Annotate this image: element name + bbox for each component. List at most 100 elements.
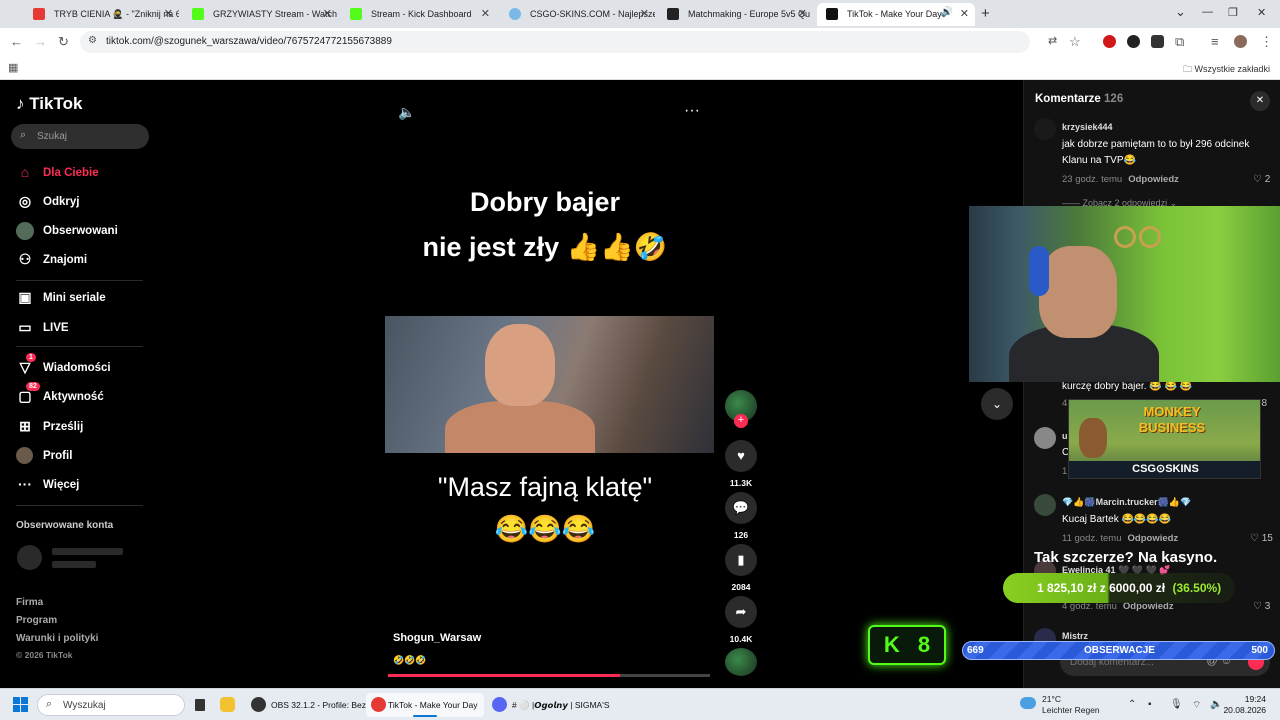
- kick-favicon-icon: [192, 8, 204, 20]
- comment-like-button[interactable]: ♡ 15: [1250, 533, 1273, 544]
- video-author[interactable]: Shogun_Warsaw: [393, 632, 481, 644]
- monkey-figure: [1079, 418, 1107, 458]
- url-field[interactable]: ⚙ tiktok.com/@szogunek_warszawa/video/76…: [80, 31, 1030, 53]
- tiktok-logo[interactable]: ♪ TikTok: [16, 94, 82, 114]
- close-tab-icon[interactable]: ✕: [481, 7, 490, 20]
- video-clip-image[interactable]: [385, 316, 714, 453]
- close-tab-icon[interactable]: ✕: [164, 7, 173, 20]
- minimize-button[interactable]: —: [1202, 6, 1213, 18]
- tray-expand-icon[interactable]: ⌃: [1128, 699, 1136, 710]
- extensions-puzzle-icon[interactable]: ⧉: [1175, 34, 1184, 50]
- close-tab-icon[interactable]: ✕: [323, 7, 332, 20]
- follow-plus-button[interactable]: +: [734, 414, 748, 428]
- new-tab-button[interactable]: +: [981, 5, 990, 22]
- close-window-button[interactable]: ✕: [1257, 6, 1266, 19]
- extension-icon[interactable]: [1151, 35, 1164, 48]
- translate-icon[interactable]: ⇄: [1048, 34, 1057, 47]
- video-more-icon[interactable]: ···: [684, 102, 700, 120]
- volume-icon[interactable]: 🔈: [398, 104, 415, 121]
- reply-button[interactable]: Odpowiedz: [1128, 533, 1179, 544]
- media-control-icon[interactable]: ≡: [1211, 34, 1219, 49]
- wifi-icon[interactable]: ⌔: [1192, 699, 1201, 712]
- profile-avatar-icon[interactable]: [1234, 35, 1247, 48]
- search-input[interactable]: ⌕ Szukaj: [11, 124, 149, 149]
- back-icon[interactable]: ←: [10, 34, 23, 49]
- comment-username[interactable]: 💎👍🎆Marcin.trucker🎆👍💎: [1062, 497, 1191, 508]
- comment-username[interactable]: Mistrz: [1062, 631, 1088, 641]
- clip-figure-head: [485, 324, 555, 406]
- extension-icon[interactable]: [1127, 35, 1140, 48]
- apps-grid-icon[interactable]: ▦: [8, 61, 18, 74]
- video-progress-bar[interactable]: [388, 674, 710, 677]
- kick-viewer-badge: K 8: [868, 625, 946, 665]
- gym-ring: [1139, 226, 1161, 248]
- taskbar-search[interactable]: ⌕ Wyszukaj: [37, 694, 185, 716]
- browser-tab[interactable]: Matchmaking - Europe 5v5 Qu ✕: [658, 3, 813, 26]
- sidebar-divider: [16, 280, 143, 281]
- obs-icon: [251, 697, 266, 712]
- browser-tab[interactable]: Stream - Kick Dashboard ✕: [341, 3, 496, 26]
- browser-tab[interactable]: GRZYWIASTY Stream - Watch L ✕: [183, 3, 338, 26]
- taskbar-app-obs[interactable]: OBS 32.1.2 - Profile: Bez: [249, 693, 366, 717]
- comment-text: Kucaj Bartek 😂😂😂😂: [1062, 514, 1172, 525]
- system-clock[interactable]: 19:24 20.08.2026: [1223, 694, 1266, 716]
- task-view-icon[interactable]: [190, 693, 212, 717]
- comment-icon: 💬: [725, 492, 757, 524]
- file-explorer-icon[interactable]: [218, 693, 240, 717]
- all-bookmarks-button[interactable]: 🗀 Wszystkie zakładki: [1183, 62, 1270, 78]
- speaker-icon[interactable]: 🔈: [1210, 699, 1222, 710]
- bookmark-star-icon[interactable]: ☆: [1069, 34, 1081, 50]
- comment-button[interactable]: 💬 126: [725, 492, 757, 540]
- browser-tab[interactable]: TRYB CIENIA 🥷 - "Zniknij na 6 ✕: [24, 3, 179, 26]
- heart-icon: ♥: [725, 440, 757, 472]
- footer-link-terms[interactable]: Warunki i polityki: [16, 633, 98, 644]
- music-disc-avatar[interactable]: [725, 648, 757, 676]
- copyright: © 2026 TikTok: [16, 650, 73, 660]
- next-video-button[interactable]: ⌄: [981, 388, 1013, 420]
- chrome-menu-icon[interactable]: ⋮: [1260, 34, 1273, 50]
- maximize-button[interactable]: ❐: [1228, 6, 1238, 19]
- comment-avatar[interactable]: [1034, 494, 1056, 516]
- taskbar-app-discord[interactable]: # ⚪ |𝙊𝙜𝙤𝙡𝙣𝙮 | SIGMA'S: [490, 693, 610, 717]
- like-button[interactable]: ♥ 11.3K: [725, 440, 757, 488]
- audio-playing-icon[interactable]: 🔊: [941, 7, 953, 18]
- save-count: 2084: [731, 582, 751, 592]
- close-tab-icon[interactable]: ✕: [798, 7, 807, 20]
- site-info-icon[interactable]: ⚙: [88, 35, 97, 46]
- reply-button[interactable]: Odpowiedz: [1128, 174, 1179, 185]
- comment-avatar[interactable]: [1034, 118, 1056, 140]
- close-tab-icon[interactable]: ✕: [960, 7, 969, 20]
- close-comments-button[interactable]: ✕: [1250, 91, 1270, 111]
- save-button[interactable]: ▮ 2084: [725, 544, 757, 592]
- comment-avatar[interactable]: [1034, 427, 1056, 449]
- comment-like-button[interactable]: ♡ 3: [1253, 601, 1270, 612]
- tray-app-icon[interactable]: ▪: [1148, 699, 1152, 710]
- footer-link-company[interactable]: Firma: [16, 597, 43, 608]
- live-tv-icon: ▭: [18, 319, 32, 335]
- reload-icon[interactable]: ↻: [58, 34, 69, 50]
- microphone-icon[interactable]: 🎙: [1170, 699, 1183, 710]
- casino-brand-logo: CSG⊙SKINS: [1069, 461, 1260, 478]
- chevron-down-icon: ⌄: [991, 397, 1003, 411]
- gym-ring: [1114, 226, 1136, 248]
- activity-badge: 82: [26, 382, 40, 391]
- taskbar-app-chrome[interactable]: TikTok - Make Your Day: [366, 693, 484, 717]
- comment-meta: 23 godz. temu Odpowiedz: [1062, 174, 1179, 185]
- mini-series-icon: ▣: [18, 289, 32, 305]
- forward-icon[interactable]: →: [34, 34, 47, 49]
- browser-tab-active[interactable]: TikTok - Make Your Day 🔊 ✕: [817, 3, 975, 26]
- close-tab-icon[interactable]: ✕: [640, 7, 649, 20]
- windows-start-icon[interactable]: [13, 697, 29, 713]
- comment-like-button[interactable]: ♡ 2: [1253, 174, 1270, 185]
- footer-link-program[interactable]: Program: [16, 615, 57, 626]
- weather-widget[interactable]: 21°C Leichter Regen: [1020, 694, 1100, 716]
- extension-icon[interactable]: [1103, 35, 1116, 48]
- headphones-icon: [1029, 246, 1049, 296]
- compass-icon: ◎: [18, 193, 32, 209]
- search-icon: ⌕: [46, 698, 53, 710]
- bookmarks-bar: ▦ 🗀 Wszystkie zakładki: [0, 56, 1280, 80]
- share-button[interactable]: ➦ 10.4K: [725, 596, 757, 644]
- browser-tab[interactable]: CSGO-SKINS.COM - Najlepsze ✕: [500, 3, 655, 26]
- tab-search-icon[interactable]: ⌄: [1175, 4, 1186, 20]
- comment-username[interactable]: krzysiek444: [1062, 122, 1113, 132]
